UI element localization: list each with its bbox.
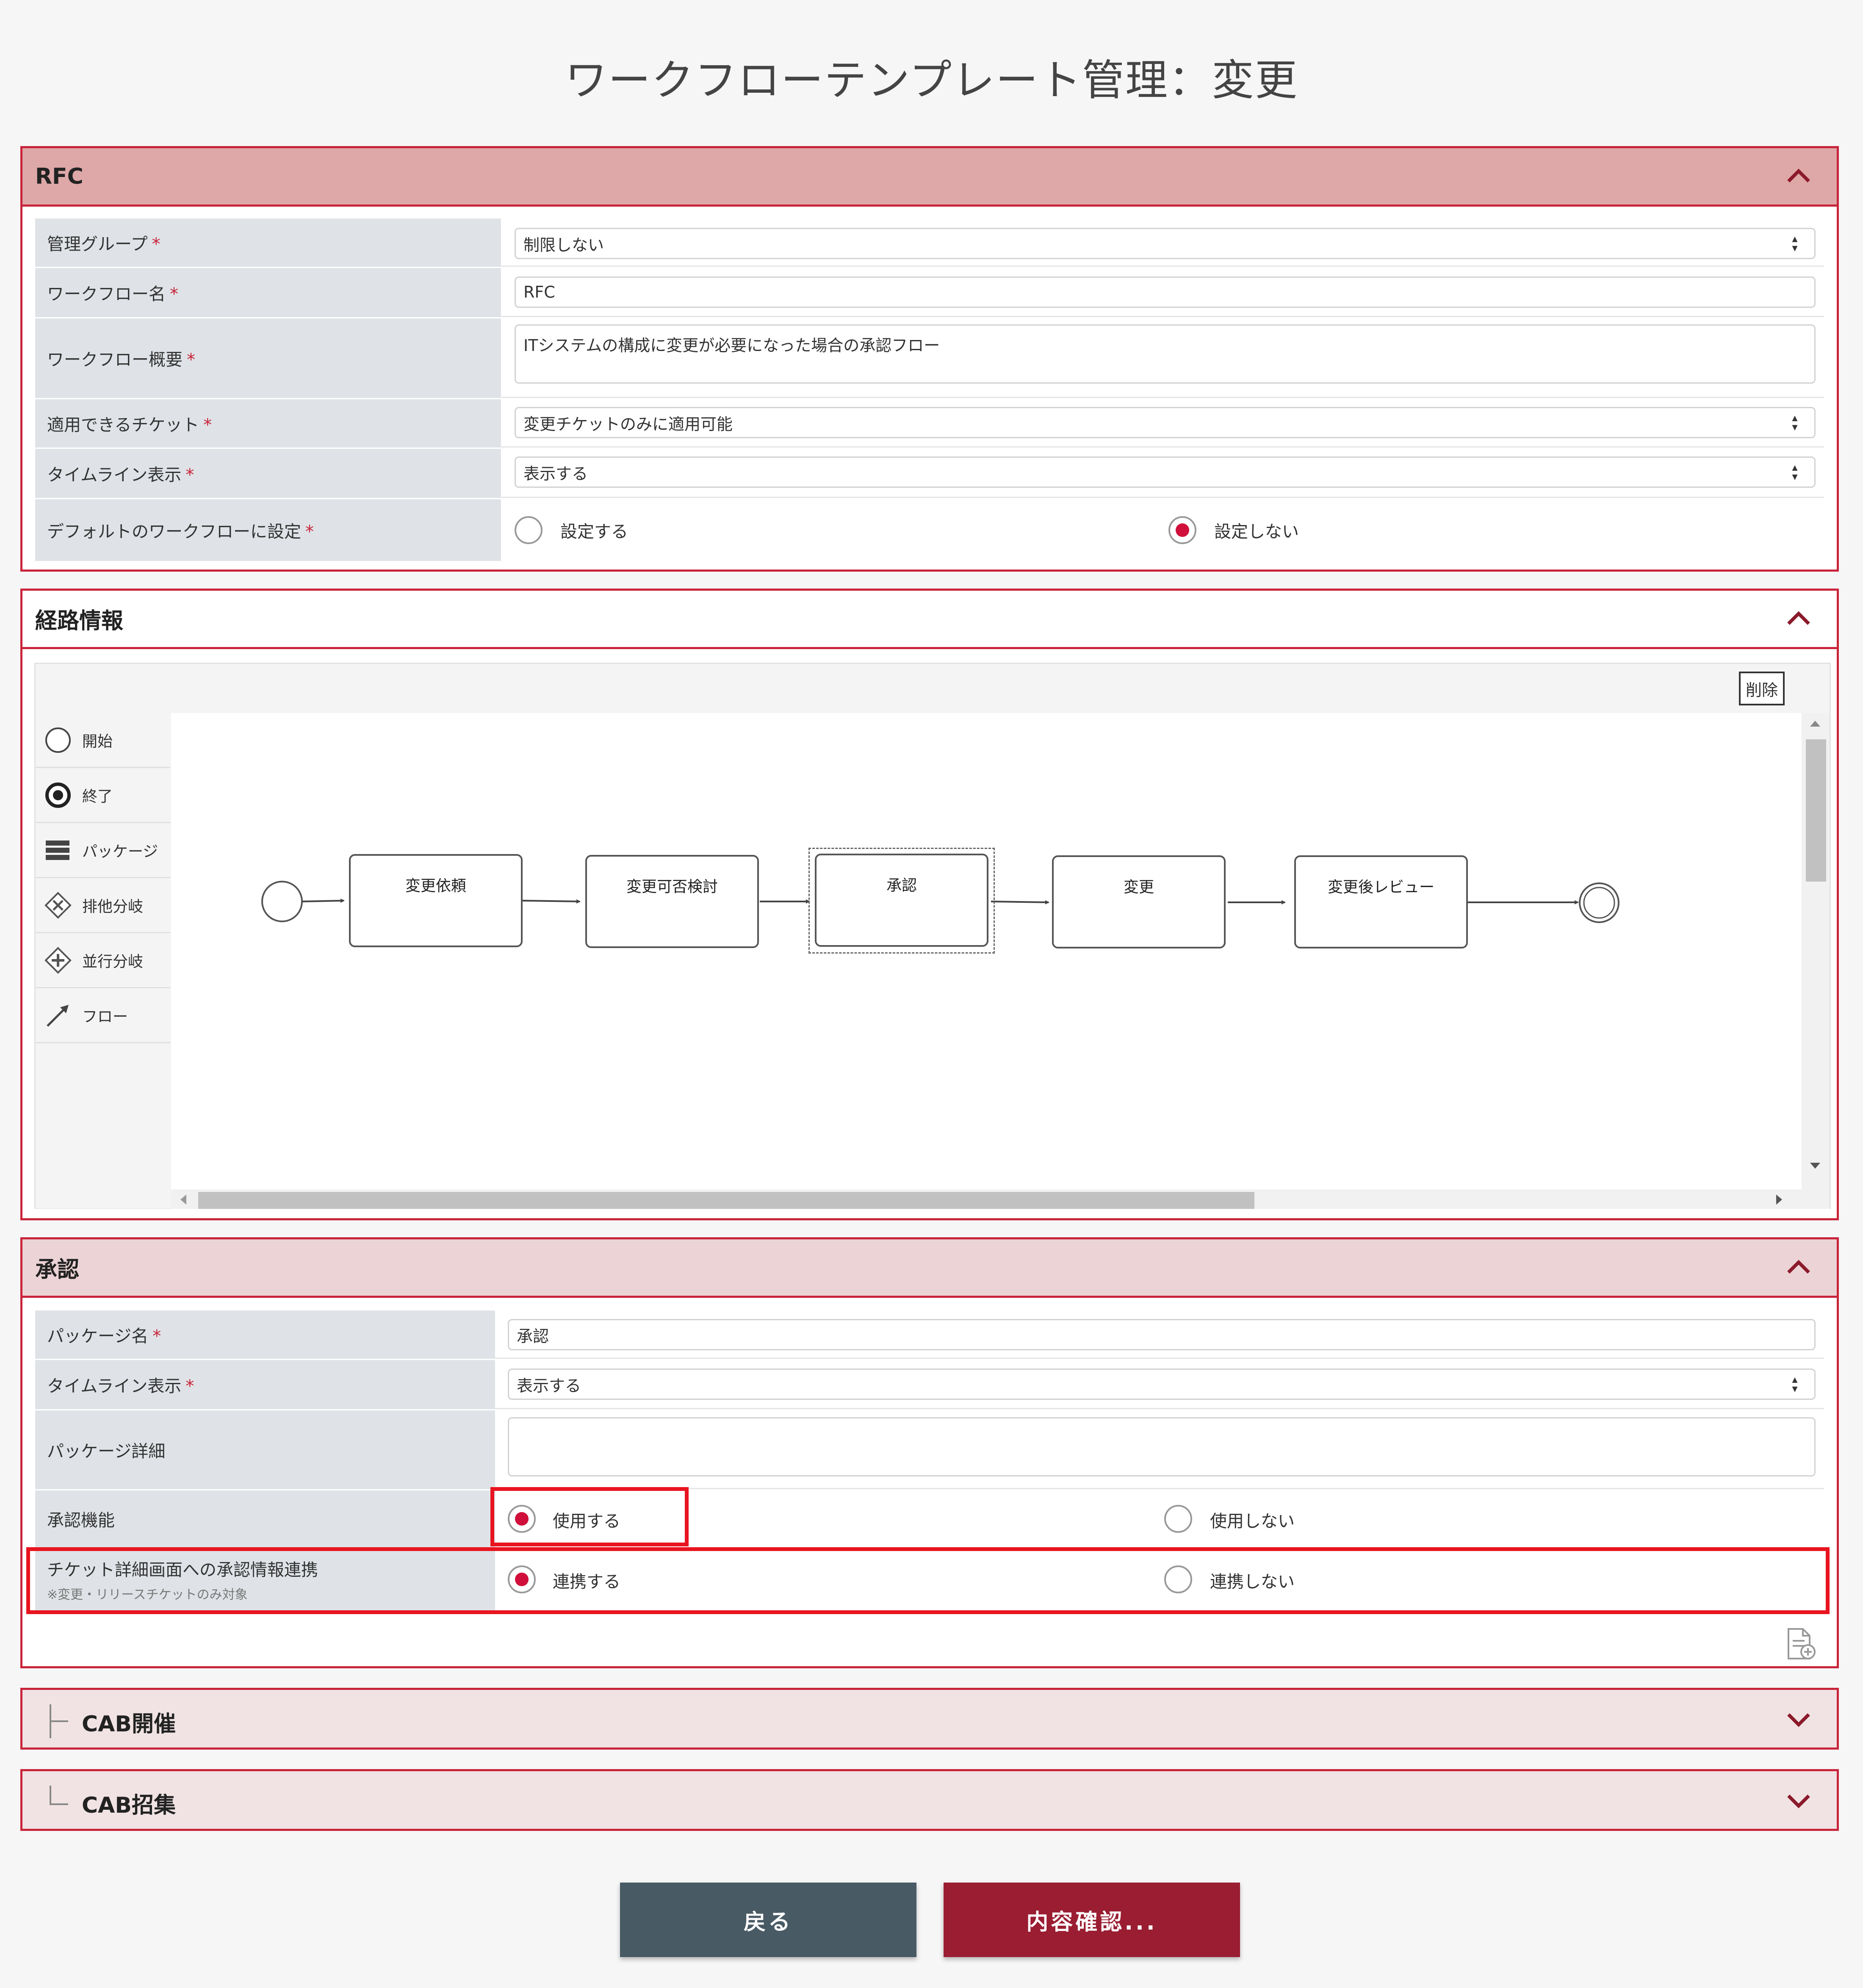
approval-panel-header[interactable]: 承認 [22, 1239, 1837, 1298]
page-title: ワークフローテンプレート管理：変更 [565, 55, 1298, 105]
scroll-down-icon[interactable] [1810, 1163, 1820, 1169]
delete-button[interactable]: 削除 [1739, 672, 1785, 705]
default-workflow-not-set-radio[interactable] [1168, 516, 1196, 544]
palette-flow[interactable]: フロー [36, 988, 170, 1043]
exclusive-gateway-icon [44, 891, 72, 919]
route-panel-header[interactable]: 経路情報 [22, 591, 1837, 649]
scroll-up-icon[interactable] [1810, 721, 1820, 727]
field-row-workflow-summary: ワークフロー概要 * ITシステムの構成に変更が必要になった場合の承認フロー [35, 318, 1824, 398]
horizontal-scrollbar[interactable] [171, 1189, 1830, 1209]
node-change-request[interactable]: 変更依頼 [349, 854, 523, 947]
tree-branch-icon [50, 1704, 68, 1738]
cab-call-panel[interactable]: CAB招集 [20, 1769, 1839, 1831]
highlight-ticket-link [26, 1547, 1830, 1614]
package-detail-textarea[interactable] [508, 1417, 1816, 1476]
chevron-up-icon[interactable] [1786, 609, 1811, 626]
rfc-panel: RFC 管理グループ * 制限しない ▴ ▾ ワークフロー名 * RFC ワークフロー… [20, 146, 1839, 572]
field-row-management-group: 管理グループ * 制限しない ▴ ▾ [35, 218, 1824, 267]
circle-icon [45, 727, 71, 753]
chevron-up-icon[interactable] [1786, 167, 1811, 184]
field-row-default-workflow: デフォルトのワークフローに設定 * 設定する 設定しない [35, 499, 1824, 561]
scroll-left-icon[interactable] [180, 1194, 186, 1205]
field-label: 管理グループ * [35, 218, 501, 267]
approval-function-not-use-radio[interactable] [1164, 1505, 1192, 1533]
select-arrow-icon: ▴ ▾ [1792, 1373, 1798, 1395]
select-arrow-icon: ▴ ▾ [1792, 232, 1798, 254]
rfc-panel-header[interactable]: RFC [22, 148, 1837, 207]
scroll-right-icon[interactable] [1776, 1194, 1782, 1205]
vertical-scroll-thumb[interactable] [1806, 739, 1826, 882]
radio-label: 設定する [560, 522, 628, 542]
route-panel-title: 経路情報 [35, 608, 124, 634]
node-post-change-review[interactable]: 変更後レビュー [1294, 855, 1468, 948]
chevron-down-icon[interactable] [1786, 1712, 1811, 1729]
cab-hold-panel[interactable]: CAB開催 [20, 1688, 1839, 1750]
start-event [261, 881, 303, 922]
select-arrow-icon: ▴ ▾ [1792, 412, 1798, 434]
palette-exclusive-gateway[interactable]: 排他分岐 [36, 878, 170, 933]
approval-timeline-select[interactable]: 表示する ▴ ▾ [508, 1369, 1816, 1400]
timeline-display-select[interactable]: 表示する ▴ ▾ [515, 456, 1816, 488]
arrow-icon [47, 1004, 69, 1027]
tool-palette: 開始 終了 パッケージ 排他分岐 並行分岐 フロー [36, 713, 172, 1208]
rfc-panel-title: RFC [35, 163, 83, 189]
cab-call-title: CAB招集 [82, 1793, 176, 1818]
package-icon [46, 840, 69, 860]
applicable-ticket-select[interactable]: 変更チケットのみに適用可能 ▴ ▾ [515, 407, 1816, 438]
confirm-button[interactable]: 内容確認... [944, 1883, 1240, 1957]
select-arrow-icon: ▴ ▾ [1792, 461, 1798, 483]
horizontal-scroll-thumb[interactable] [198, 1192, 1254, 1209]
palette-end[interactable]: 終了 [36, 768, 170, 823]
add-document-icon[interactable] [1786, 1627, 1816, 1661]
parallel-gateway-icon [44, 946, 72, 974]
palette-start[interactable]: 開始 [36, 713, 170, 768]
field-row-approval-timeline: タイムライン表示 * 表示する ▴ ▾ [35, 1360, 1824, 1409]
default-workflow-set-radio[interactable] [515, 516, 543, 544]
diagram-editor: 削除 開始 終了 パッケージ 排他分岐 並行分岐 フロー 変更依頼 変更可否検討… [34, 663, 1831, 1209]
node-approval[interactable]: 承認 [815, 854, 988, 947]
package-name-input[interactable]: 承認 [508, 1319, 1816, 1350]
radio-label: 設定しない [1214, 522, 1299, 542]
node-change-feasibility[interactable]: 変更可否検討 [585, 855, 759, 948]
approval-panel-title: 承認 [35, 1257, 80, 1283]
field-row-applicable-ticket: 適用できるチケット * 変更チケットのみに適用可能 ▴ ▾ [35, 399, 1824, 448]
back-button[interactable]: 戻る [620, 1883, 916, 1957]
cab-hold-title: CAB開催 [82, 1712, 176, 1737]
field-row-package-detail: パッケージ詳細 [35, 1410, 1824, 1489]
field-row-timeline-display: タイムライン表示 * 表示する ▴ ▾ [35, 449, 1824, 498]
field-row-approval-function: 承認機能 使用する 使用しない [35, 1490, 1824, 1547]
field-row-workflow-name: ワークフロー名 * RFC [35, 268, 1824, 317]
tree-end-icon [50, 1786, 68, 1805]
chevron-up-icon[interactable] [1786, 1258, 1811, 1275]
chevron-down-icon[interactable] [1786, 1793, 1811, 1810]
diagram-canvas[interactable]: 変更依頼 変更可否検討 承認 変更 変更後レビュー [171, 713, 1802, 1189]
route-panel: 経路情報 削除 開始 終了 パッケージ 排他分岐 並行分岐 フロー 変更依頼 変… [20, 589, 1839, 1220]
end-circle-icon [45, 782, 71, 808]
highlight-approval-function [490, 1487, 689, 1546]
node-change[interactable]: 変更 [1052, 855, 1226, 948]
vertical-scrollbar[interactable] [1802, 713, 1830, 1189]
end-event [1579, 882, 1619, 923]
field-row-package-name: パッケージ名 * 承認 [35, 1311, 1824, 1359]
workflow-summary-textarea[interactable]: ITシステムの構成に変更が必要になった場合の承認フロー [515, 324, 1816, 384]
management-group-select[interactable]: 制限しない ▴ ▾ [515, 228, 1816, 259]
palette-package[interactable]: パッケージ [36, 823, 170, 878]
palette-parallel-gateway[interactable]: 並行分岐 [36, 933, 170, 988]
workflow-name-input[interactable]: RFC [515, 276, 1816, 308]
radio-label: 使用しない [1210, 1512, 1295, 1531]
